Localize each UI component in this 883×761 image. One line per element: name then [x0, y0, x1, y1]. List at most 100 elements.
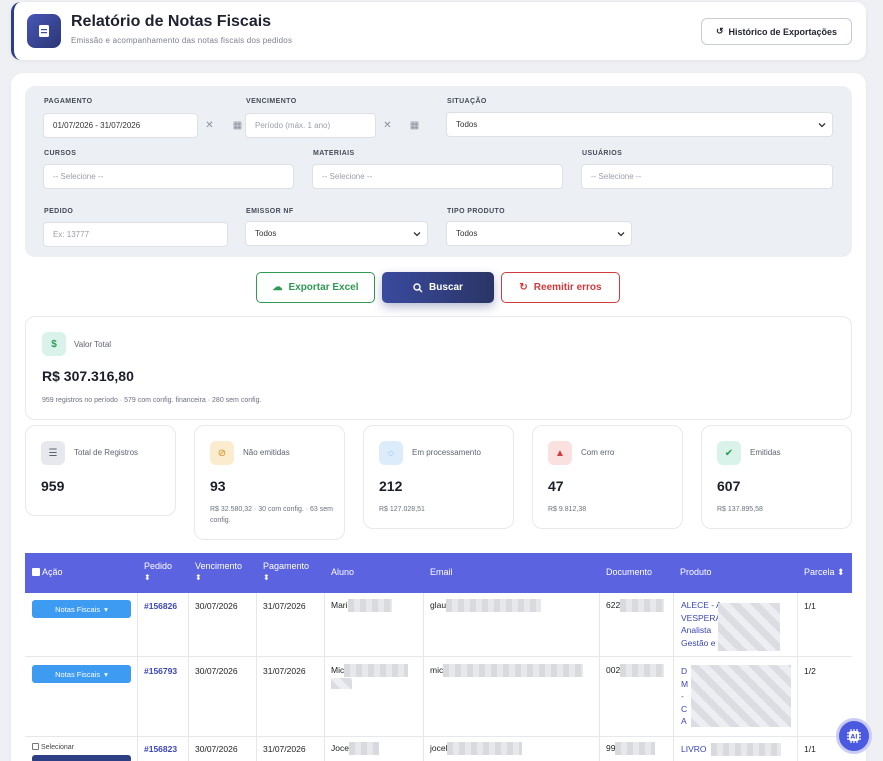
calendar-icon[interactable]: ▦	[402, 113, 427, 138]
stat-label: Total de Registros	[74, 448, 139, 457]
refresh-icon: ↻	[519, 282, 528, 293]
pedido-input[interactable]: Ex: 13777	[43, 222, 228, 247]
stat-card-processamento: ◌ Em processamento 212 R$ 127.028,51	[363, 425, 514, 529]
col-parcela[interactable]: Parcela ⬍	[804, 567, 845, 578]
spinner-icon: ◌	[379, 441, 403, 465]
pedido-link[interactable]: #156826	[144, 601, 177, 611]
tipo-produto-label: TIPO PRODUTO	[447, 208, 505, 215]
reissue-errors-button[interactable]: ↻ Reemitir erros	[501, 272, 620, 303]
pedido-link[interactable]: #156823	[144, 744, 177, 754]
document-icon	[27, 14, 61, 48]
sort-icon: ⬍	[263, 573, 270, 582]
aluno-cell: Mari	[331, 599, 392, 612]
col-pagamento[interactable]: Pagamento ⬍	[263, 561, 309, 583]
col-email: Email	[430, 567, 453, 577]
vencimento-cell: 30/07/2026	[195, 666, 238, 676]
stat-value: 959	[41, 478, 65, 494]
emissor-select[interactable]: Todos	[245, 221, 428, 246]
produto-cell[interactable]: LIVRO	[681, 743, 781, 757]
clear-icon[interactable]: ✕	[375, 113, 400, 138]
produto-cell[interactable]: ALECE - A VESPERA Analista Gestão e	[681, 599, 722, 649]
stat-card-total: ☰ Total de Registros 959	[25, 425, 176, 516]
stat-label: Emitidas	[750, 448, 781, 457]
caret-down-icon: ▾	[104, 669, 108, 679]
pedido-label: PEDIDO	[44, 208, 74, 215]
nf-dropdown-button[interactable]	[32, 755, 131, 761]
stat-label: Em processamento	[412, 448, 481, 457]
col-documento: Documento	[606, 567, 653, 577]
total-value-card: $ Valor Total R$ 307.316,80 959 registro…	[25, 316, 852, 420]
emissor-label: EMISSOR NF	[246, 208, 294, 215]
nf-dropdown-button[interactable]: Notas Fiscais ▾	[32, 665, 131, 683]
total-label: Valor Total	[74, 340, 112, 349]
stat-sub: R$ 127.028,51	[379, 506, 425, 513]
col-aluno: Aluno	[331, 567, 355, 577]
pedido-link[interactable]: #156793	[144, 666, 177, 676]
vencimento-input[interactable]: Período (máx. 1 ano)	[245, 113, 376, 138]
clear-icon[interactable]: ✕	[197, 113, 222, 138]
ai-chip-icon: AI	[847, 729, 861, 743]
parcela-cell: 1/1	[804, 601, 816, 611]
search-icon	[413, 282, 423, 292]
documento-cell: 622	[606, 599, 665, 612]
total-value: R$ 307.316,80	[42, 368, 134, 384]
history-icon: ↺	[715, 26, 724, 36]
stat-sub: R$ 32.580,32 · 30 com config. · 63 sem c…	[210, 506, 333, 524]
vencimento-label: VENCIMENTO	[246, 98, 297, 105]
search-button[interactable]: Buscar	[382, 272, 494, 303]
stat-value: 607	[717, 478, 741, 494]
aluno-cell: Joce	[331, 742, 379, 755]
page-header: Relatório de Notas Fiscais Emissão e aco…	[11, 2, 866, 60]
export-excel-button[interactable]: ☁ Exportar Excel	[256, 272, 375, 303]
table-row: Selecionar #156823 30/07/2026 31/07/2026…	[25, 737, 852, 761]
check-circle-icon: ✔	[717, 441, 741, 465]
usuarios-label: USUÁRIOS	[582, 150, 623, 157]
situacao-label: SITUAÇÃO	[447, 98, 487, 105]
tipo-produto-select[interactable]: Todos	[446, 221, 632, 246]
table-row: Notas Fiscais ▾ #156826 30/07/2026 31/07/…	[25, 593, 852, 657]
stat-label: Não emitidas	[243, 448, 290, 457]
col-produto: Produto	[680, 567, 712, 577]
stat-value: 47	[548, 478, 564, 494]
email-cell: mic	[430, 664, 584, 677]
ban-icon: ⊘	[210, 441, 234, 465]
export-history-button[interactable]: ↺ Histórico de Exportações	[701, 18, 852, 45]
stat-value: 93	[210, 478, 226, 494]
parcela-cell: 1/1	[804, 744, 816, 754]
aluno-cell: Mic	[331, 664, 409, 677]
stat-sub: R$ 137.895,58	[717, 506, 763, 513]
col-vencimento[interactable]: Vencimento ⬍	[195, 561, 242, 583]
cursos-label: CURSOS	[44, 150, 77, 157]
stat-value: 212	[379, 478, 403, 494]
list-icon: ☰	[41, 441, 65, 465]
materiais-select[interactable]: -- Selecione --	[312, 164, 563, 189]
chevron-down-icon	[818, 123, 826, 128]
caret-down-icon: ▾	[104, 604, 108, 614]
parcela-cell: 1/2	[804, 666, 816, 676]
select-row-checkbox[interactable]: Selecionar	[32, 743, 74, 751]
cursos-select[interactable]: -- Selecione --	[43, 164, 294, 189]
nf-dropdown-button[interactable]: Notas Fiscais ▾	[32, 600, 131, 618]
produto-cell[interactable]: DM-CA	[681, 665, 688, 728]
pagamento-input[interactable]: 01/07/2026 - 31/07/2026	[43, 113, 198, 138]
documento-cell: 002	[606, 664, 665, 677]
svg-text:AI: AI	[851, 734, 858, 741]
ai-assistant-button[interactable]: AI	[836, 718, 872, 754]
cloud-download-icon: ☁	[272, 282, 283, 293]
col-pedido[interactable]: Pedido ⬍	[144, 561, 172, 583]
filters-panel: PAGAMENTO 01/07/2026 - 31/07/2026 ✕ ▦ VE…	[25, 86, 852, 257]
situacao-select[interactable]: Todos	[446, 112, 833, 137]
pagamento-label: PAGAMENTO	[44, 98, 93, 105]
chevron-down-icon	[413, 232, 421, 237]
select-all-checkbox[interactable]: Ação	[32, 567, 63, 578]
warning-icon: ▲	[548, 441, 572, 465]
vencimento-cell: 30/07/2026	[195, 744, 238, 754]
usuarios-select[interactable]: -- Selecione --	[581, 164, 833, 189]
stat-label: Com erro	[581, 448, 615, 457]
total-sub: 959 registros no período · 579 com confi…	[42, 397, 262, 404]
table-header: Ação Pedido ⬍ Vencimento ⬍ Pagamento ⬍ Alun…	[25, 553, 852, 593]
chevron-down-icon	[617, 232, 625, 237]
page-subtitle: Emissão e acompanhamento das notas fisca…	[71, 36, 293, 45]
table-row: Notas Fiscais ▾ #156793 30/07/2026 31/07/…	[25, 657, 852, 737]
email-cell: glau	[430, 599, 542, 612]
